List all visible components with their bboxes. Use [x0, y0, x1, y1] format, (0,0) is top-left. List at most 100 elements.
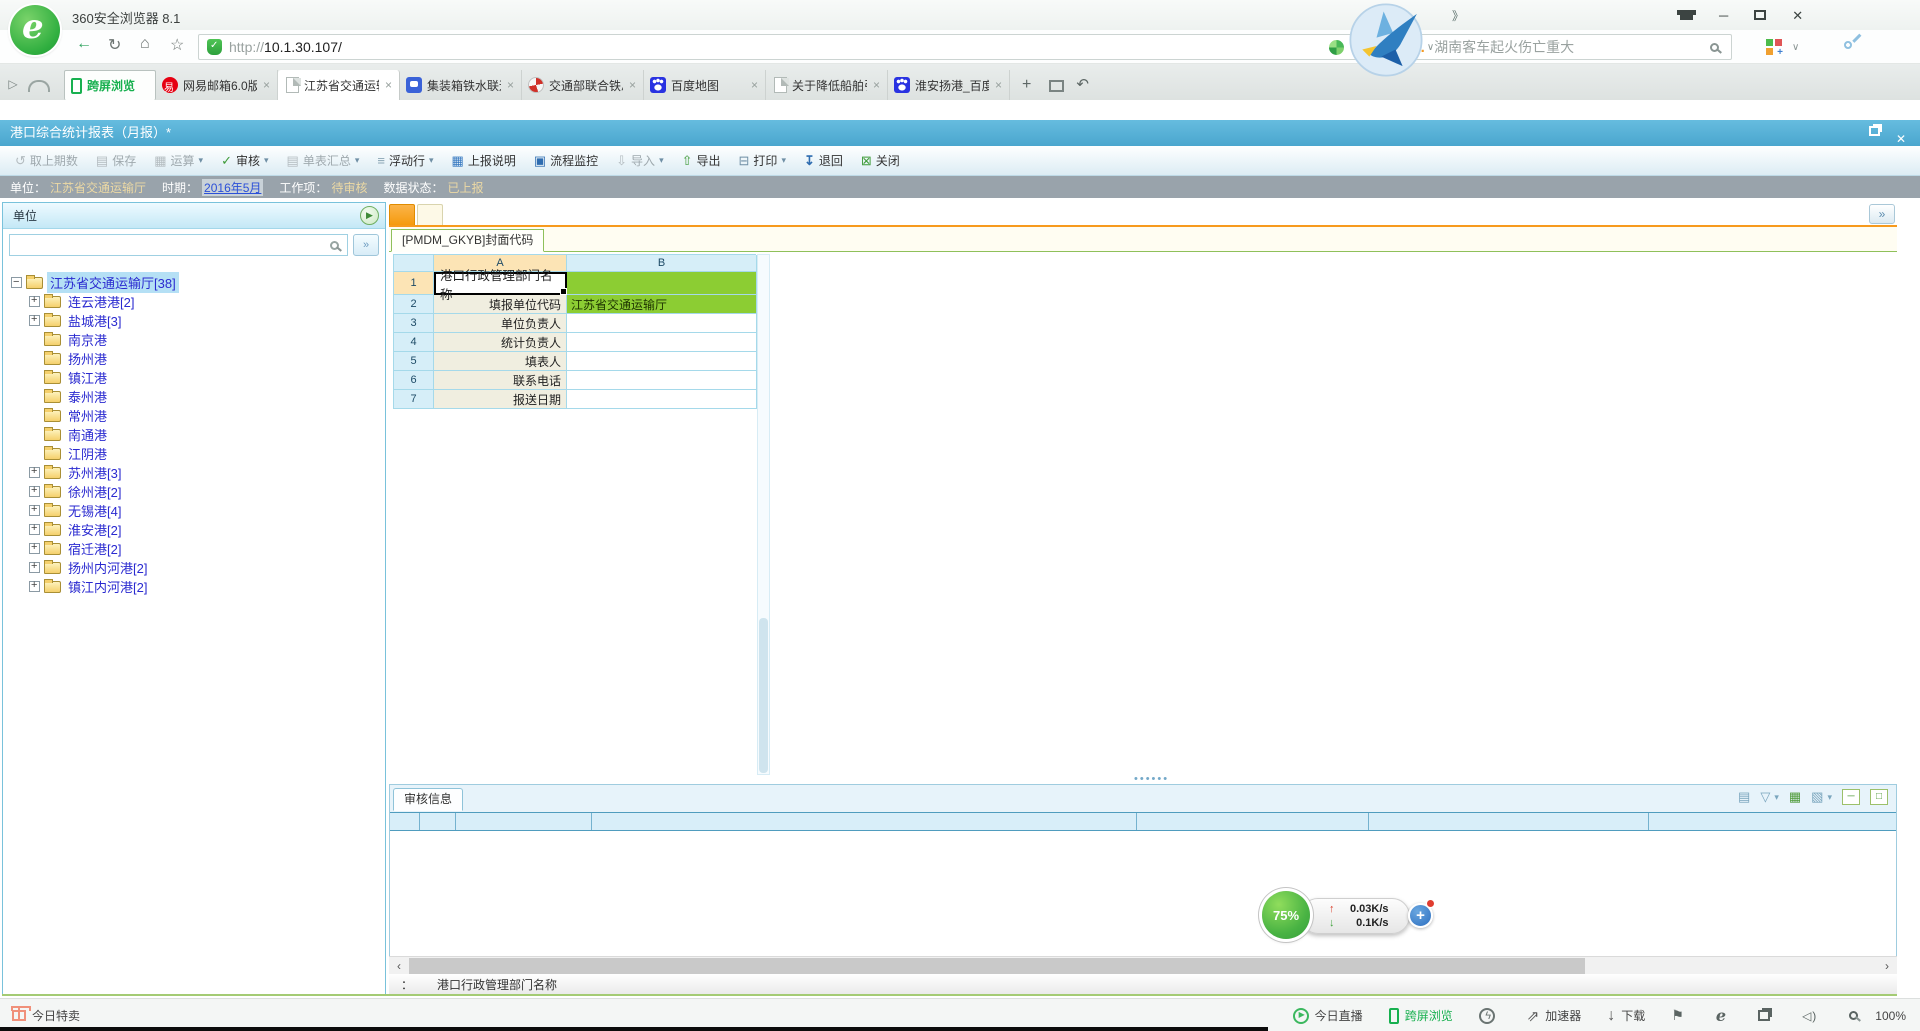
scrollbar-thumb[interactable]: [759, 618, 768, 773]
cell-b[interactable]: [567, 390, 757, 409]
tree-item[interactable]: 扬州内河港[2]: [3, 558, 385, 577]
report-tab[interactable]: [389, 204, 415, 225]
audit-column-header[interactable]: [592, 813, 1137, 830]
preview-icon[interactable]: ▧: [1811, 789, 1823, 805]
tree-item[interactable]: 南京港: [3, 330, 385, 349]
bird-assistant-icon[interactable]: [1348, 2, 1424, 81]
scrollbar-thumb[interactable]: [409, 958, 1585, 974]
tree-expander-icon[interactable]: [29, 296, 40, 307]
tree-expander-icon[interactable]: [11, 277, 22, 288]
reopen-tab-icon[interactable]: ↶: [1076, 75, 1089, 100]
unit-search-input[interactable]: [9, 234, 348, 256]
tab-close-icon[interactable]: ×: [750, 78, 759, 92]
back-icon[interactable]: ←: [76, 35, 92, 53]
toolbar-button[interactable]: ⊠ 关闭: [852, 146, 909, 176]
row-header[interactable]: 7: [394, 390, 434, 409]
row-header[interactable]: 6: [394, 371, 434, 390]
tree-item[interactable]: 淮安港[2]: [3, 520, 385, 539]
browser-tab[interactable]: 跨屏浏览 ×: [64, 70, 156, 100]
site-safety-shield-icon[interactable]: [207, 39, 222, 55]
filter-dropdown-icon[interactable]: ▾: [1774, 792, 1779, 803]
audit-column-header[interactable]: [390, 813, 420, 830]
toolbar-button[interactable]: ✓ 审核 ▾: [212, 146, 277, 176]
tree-item[interactable]: 镇江内河港[2]: [3, 577, 385, 596]
tree-item[interactable]: 南通港: [3, 425, 385, 444]
page-zoom-control[interactable]: 100%: [1849, 1009, 1906, 1023]
cell-b[interactable]: 江苏省交通运输厅: [567, 295, 757, 314]
cell-b[interactable]: [567, 272, 757, 295]
toolbar-button[interactable]: ↺ 取上期数: [6, 146, 87, 176]
audit-column-header[interactable]: [1137, 813, 1369, 830]
collapse-panel-button[interactable]: ─: [1842, 789, 1860, 805]
reload-icon[interactable]: ↻: [108, 35, 121, 55]
cell-a[interactable]: 填表人: [434, 352, 567, 371]
sidebar-toggle-icon[interactable]: ▷: [0, 77, 26, 100]
cell-a[interactable]: 统计负责人: [434, 333, 567, 352]
apps-grid-icon[interactable]: [1766, 39, 1782, 55]
horizontal-scrollbar[interactable]: ‹ ›: [389, 956, 1897, 974]
cloud-sync-icon[interactable]: [28, 80, 50, 92]
clear-results-icon[interactable]: ▤: [1738, 789, 1750, 805]
skin-icon[interactable]: [1680, 10, 1693, 20]
filter-icon[interactable]: ▽: [1760, 789, 1770, 805]
browser-logo[interactable]: [10, 5, 60, 55]
bottom-tool[interactable]: 今日直播: [1293, 1007, 1363, 1024]
toolbar-button[interactable]: ▦ 上报说明: [443, 146, 525, 176]
tree-item[interactable]: 徐州港[2]: [3, 482, 385, 501]
tab-close-icon[interactable]: ×: [994, 78, 1003, 92]
speed-mode-icon[interactable]: [1329, 40, 1344, 55]
audit-column-header[interactable]: [420, 813, 456, 830]
tab-close-icon[interactable]: ×: [384, 78, 393, 92]
close-button[interactable]: ✕: [1792, 9, 1803, 22]
tree-item[interactable]: 盐城港[3]: [3, 311, 385, 330]
tree-expander-icon[interactable]: [29, 486, 40, 497]
tree-item[interactable]: 宿迁港[2]: [3, 539, 385, 558]
search-box[interactable]: O. ∨ 湖南客车起火伤亡重大: [1400, 34, 1732, 60]
panel-splitter[interactable]: ••••••: [389, 777, 1897, 784]
sheet-vertical-scrollbar[interactable]: [757, 254, 770, 775]
search-icon[interactable]: [1710, 43, 1719, 52]
report-tab-overflow-button[interactable]: »: [1869, 204, 1895, 224]
toolbar-button[interactable]: ≡ 浮动行 ▾: [368, 146, 442, 176]
column-header-b[interactable]: B: [567, 255, 757, 272]
export-excel-icon[interactable]: ▦: [1789, 789, 1801, 805]
bottom-tool[interactable]: [1716, 1006, 1732, 1025]
tab-close-icon[interactable]: ×: [262, 78, 271, 92]
tree-expander-icon[interactable]: [29, 505, 40, 516]
bottom-tool[interactable]: 下载: [1607, 1007, 1645, 1025]
cell-a[interactable]: 报送日期: [434, 390, 567, 409]
tab-close-icon[interactable]: ×: [628, 78, 637, 92]
toolbar-button[interactable]: ▦ 运算 ▾: [145, 146, 212, 176]
minimize-button[interactable]: ─: [1719, 9, 1728, 22]
bottom-tool[interactable]: [1802, 1009, 1823, 1023]
apps-dropdown-icon[interactable]: ∨: [1792, 42, 1799, 53]
tab-close-icon[interactable]: ×: [872, 78, 881, 92]
tree-item[interactable]: 扬州港: [3, 349, 385, 368]
tree-item[interactable]: 江阴港: [3, 444, 385, 463]
login-key-icon[interactable]: [1842, 39, 1853, 50]
cell-b[interactable]: [567, 352, 757, 371]
tree-expander-icon[interactable]: [29, 543, 40, 554]
row-header[interactable]: 5: [394, 352, 434, 371]
tree-expander-icon[interactable]: [29, 524, 40, 535]
cell-b[interactable]: [567, 314, 757, 333]
engine-dropdown-icon[interactable]: ∨: [1427, 42, 1434, 53]
cell-a[interactable]: 港口行政管理部门名称: [434, 272, 567, 295]
audit-column-header[interactable]: [1369, 813, 1649, 830]
home-icon[interactable]: ⌂: [140, 35, 150, 53]
menu-expander-icon[interactable]: 》: [1452, 7, 1464, 24]
row-header[interactable]: 3: [394, 314, 434, 333]
search-more-button[interactable]: »: [353, 234, 379, 256]
report-restore-icon[interactable]: [1869, 126, 1880, 136]
tab-close-icon[interactable]: ×: [506, 78, 515, 92]
browser-tab[interactable]: 集装箱铁水联运现状分析 ×: [400, 70, 522, 100]
memory-percent-badge[interactable]: 75%: [1262, 891, 1310, 939]
bottom-tool[interactable]: [1671, 1007, 1690, 1024]
cell-b[interactable]: [567, 333, 757, 352]
sheet-tab[interactable]: [PMDM_GKYB]封面代码: [391, 229, 544, 252]
audit-column-header[interactable]: [456, 813, 592, 830]
browser-tab[interactable]: 淮安扬港_百度搜索 ×: [888, 70, 1010, 100]
toolbar-button[interactable]: ⊟ 打印 ▾: [730, 146, 795, 176]
scroll-right-icon[interactable]: ›: [1879, 958, 1895, 974]
scroll-left-icon[interactable]: ‹: [391, 958, 407, 974]
